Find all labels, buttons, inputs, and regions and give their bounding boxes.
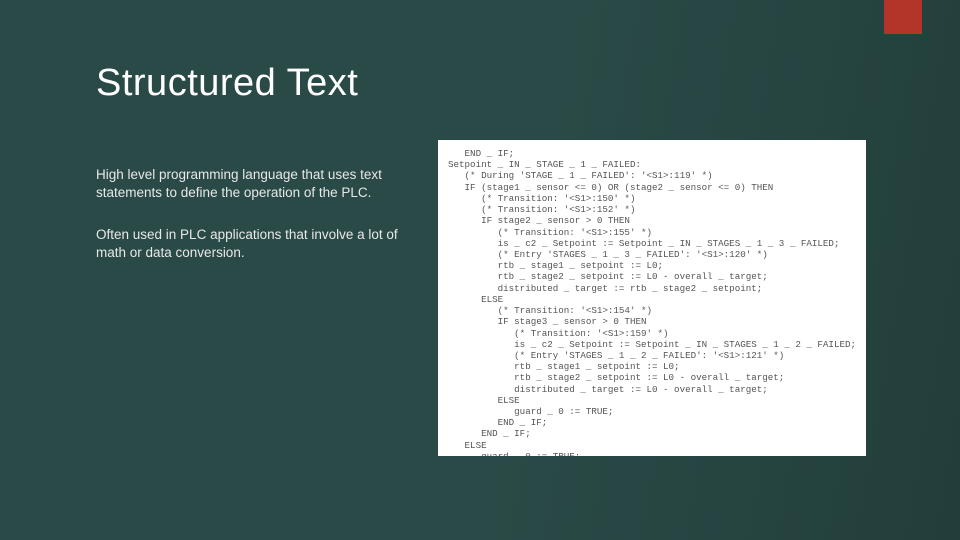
paragraph-2: Often used in PLC applications that invo… <box>96 226 426 262</box>
slide: Structured Text High level programming l… <box>0 0 960 540</box>
code-sample: END _ IF; Setpoint _ IN _ STAGE _ 1 _ FA… <box>438 140 866 456</box>
slide-title: Structured Text <box>96 62 358 105</box>
accent-bar <box>884 0 922 34</box>
paragraph-1: High level programming language that use… <box>96 166 426 202</box>
